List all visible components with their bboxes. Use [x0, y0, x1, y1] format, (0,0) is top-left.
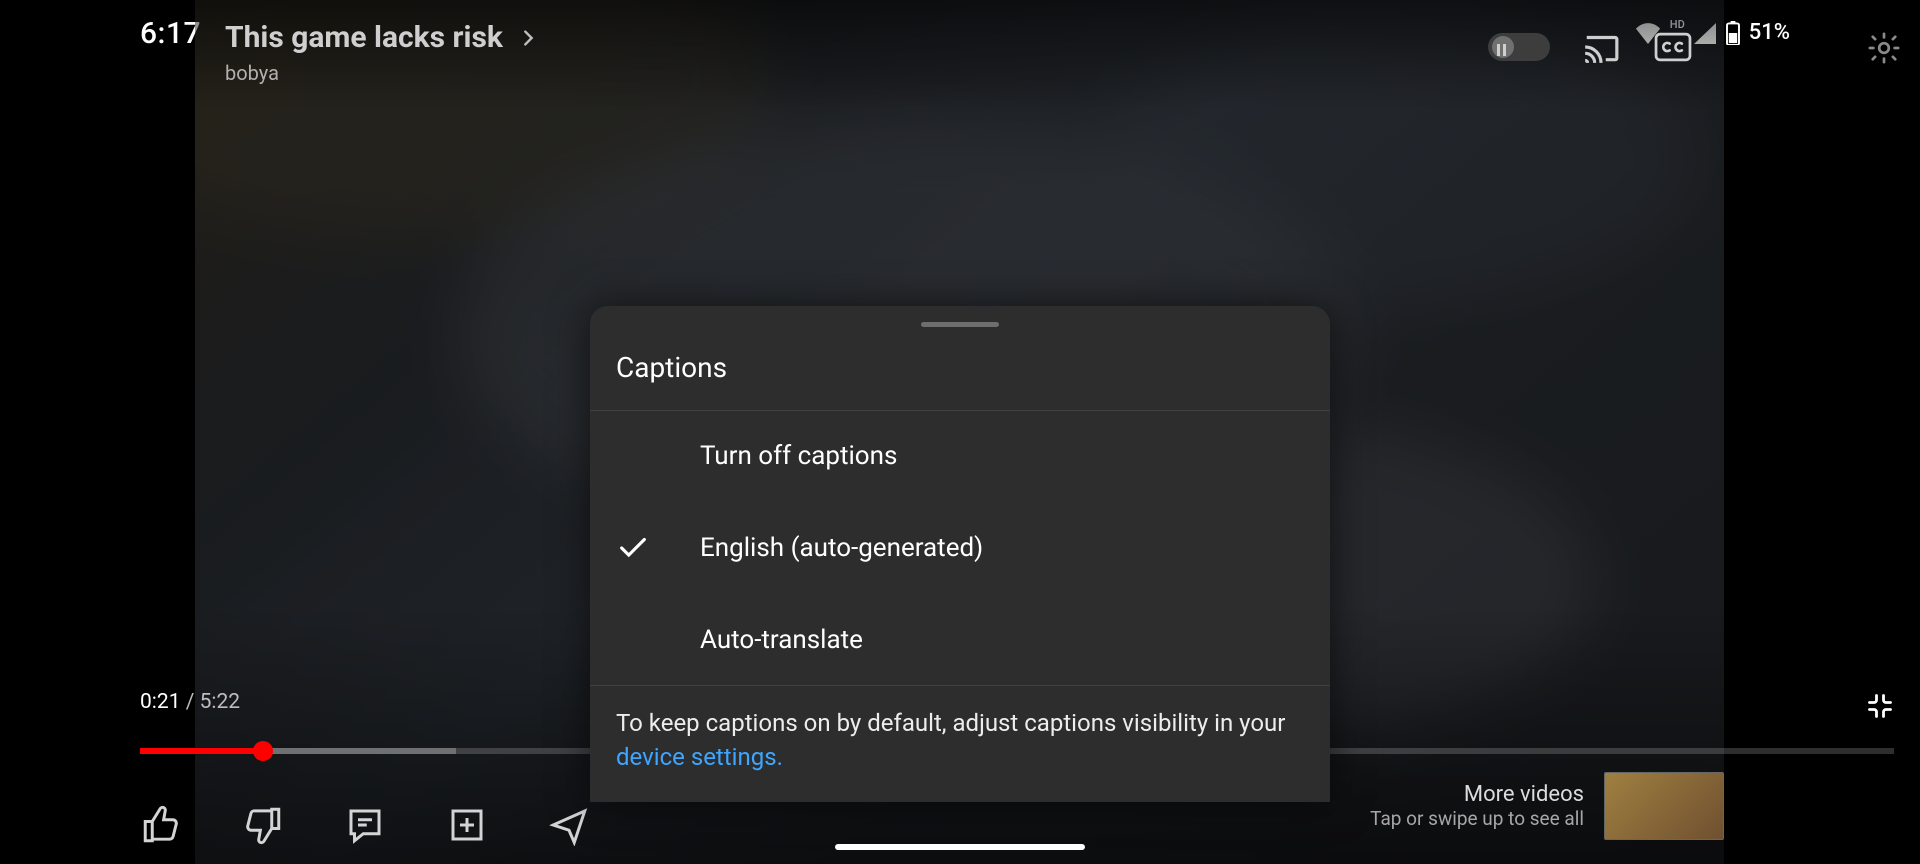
captions-sheet: Captions Turn off captions English (auto…: [590, 306, 1330, 802]
more-videos-thumbnail: [1604, 772, 1724, 840]
like-button[interactable]: [140, 804, 182, 846]
share-button[interactable]: [548, 804, 590, 846]
dislike-button[interactable]: [242, 804, 284, 846]
battery-percent: 51%: [1749, 20, 1790, 45]
chevron-right-icon: [517, 27, 539, 49]
captions-option-turn-off[interactable]: Turn off captions: [590, 411, 1330, 501]
captions-heading: Captions: [590, 327, 1330, 410]
check-icon: [616, 531, 650, 565]
captions-option-english-auto[interactable]: English (auto-generated): [590, 501, 1330, 595]
time-display: 0:21 / 5:22: [140, 690, 240, 714]
seek-thumb[interactable]: [253, 741, 273, 761]
more-videos-title: More videos: [1370, 782, 1584, 807]
save-button[interactable]: [446, 804, 488, 846]
captions-footer: To keep captions on by default, adjust c…: [590, 686, 1330, 802]
pause-icon: [1497, 39, 1506, 56]
exit-fullscreen-button[interactable]: [1866, 692, 1894, 720]
video-title-row[interactable]: This game lacks risk: [225, 20, 539, 55]
autoplay-toggle[interactable]: [1488, 33, 1550, 61]
player-header: This game lacks risk bobya: [195, 0, 1724, 110]
status-bar-time: 6:17: [140, 16, 201, 51]
video-title: This game lacks risk: [225, 20, 503, 55]
captions-option-label: Auto-translate: [700, 625, 863, 655]
action-bar: [140, 804, 590, 846]
captions-option-label: English (auto-generated): [700, 533, 983, 563]
cast-button[interactable]: [1580, 26, 1622, 68]
battery-icon: [1725, 21, 1741, 45]
captions-option-label: Turn off captions: [700, 441, 897, 471]
app-frame: 6:17 HD 51% This game lacks risk bobya: [0, 0, 1920, 864]
duration: 5:22: [200, 690, 241, 714]
more-videos-subtitle: Tap or swipe up to see all: [1370, 807, 1584, 830]
captions-button[interactable]: [1652, 26, 1694, 68]
channel-name: bobya: [225, 61, 539, 85]
captions-option-auto-translate[interactable]: Auto-translate: [590, 595, 1330, 685]
current-time: 0:21: [140, 690, 181, 714]
settings-button[interactable]: [1866, 30, 1902, 66]
device-settings-link[interactable]: device settings.: [616, 743, 783, 771]
more-videos[interactable]: More videos Tap or swipe up to see all: [1370, 772, 1724, 840]
comments-button[interactable]: [344, 804, 386, 846]
navigation-gesture-bar[interactable]: [835, 844, 1085, 850]
